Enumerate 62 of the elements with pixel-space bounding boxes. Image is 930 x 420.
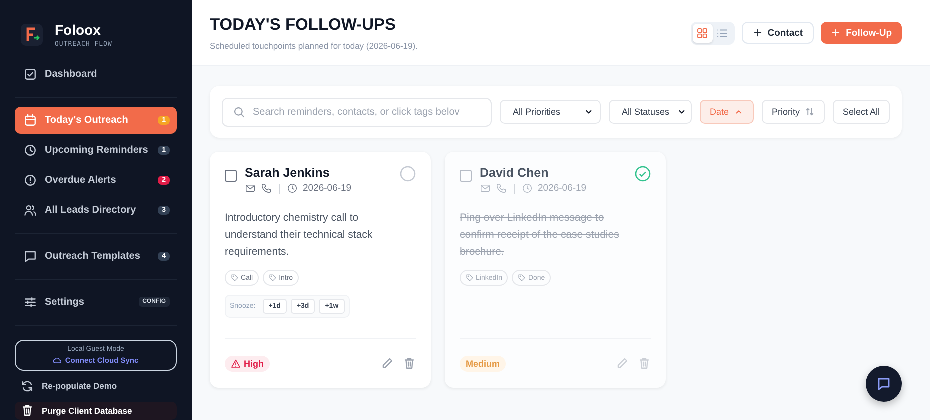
sidebar-action[interactable]: Purge Client Database	[15, 402, 177, 420]
tag-icon	[269, 274, 278, 282]
page-subtitle: Scheduled touchpoints planned for today (2026-06-19).	[210, 41, 419, 51]
plus-icon	[831, 28, 842, 38]
due-date: 2026-06-19	[303, 183, 352, 194]
grid-icon	[696, 27, 710, 40]
mail-icon	[245, 183, 256, 194]
select-all-button[interactable]: Select All	[832, 100, 890, 124]
refresh-icon	[21, 380, 34, 393]
edit-button[interactable]	[381, 357, 394, 370]
filter-dropdown[interactable]: All Priorities	[500, 100, 601, 124]
list-icon	[716, 27, 730, 40]
contact-name: David Chen	[480, 166, 550, 180]
checkbox[interactable]	[225, 170, 237, 182]
sliders-icon	[24, 296, 37, 309]
grid-view-button[interactable]	[692, 24, 713, 43]
follow-up-note: Ping over LinkedIn message to confirm receipt of the case studies brochure.	[460, 211, 620, 260]
checkbox[interactable]	[460, 170, 472, 182]
due-date: 2026-06-19	[538, 183, 587, 194]
clock-icon	[522, 183, 533, 194]
cloud-icon	[53, 356, 62, 365]
warning-icon	[231, 358, 241, 368]
status-circle-icon[interactable]	[400, 166, 416, 182]
calendar-icon	[24, 114, 37, 127]
message-icon	[24, 250, 37, 263]
tag-icon	[518, 274, 526, 282]
pencil-icon	[381, 357, 394, 370]
tag-icon	[466, 274, 474, 282]
pencil-icon	[616, 357, 629, 370]
plus-icon	[752, 28, 763, 38]
chat-icon	[876, 376, 892, 392]
trash-icon	[403, 357, 416, 370]
sort-icon	[804, 107, 815, 117]
filter-dropdown[interactable]: All Statuses	[608, 100, 692, 124]
phone-icon	[496, 183, 507, 194]
nav-item[interactable]: Dashboard	[15, 60, 177, 88]
users-icon	[24, 204, 37, 217]
clock-icon	[287, 183, 298, 194]
delete-button[interactable]	[403, 357, 416, 370]
contact-name: Sarah Jenkins	[245, 166, 331, 180]
checkbox-icon	[24, 68, 37, 81]
sidebar-action[interactable]: Re-populate Demo	[15, 377, 177, 396]
edit-button[interactable]	[616, 357, 629, 370]
sort-button[interactable]: Priority	[762, 100, 825, 124]
add-contact-button[interactable]: Contact	[742, 22, 814, 44]
trash-icon	[21, 404, 34, 418]
alert-icon	[24, 174, 37, 187]
priority-badge: High	[225, 356, 270, 372]
search-field[interactable]: Search reminders, contacts, or click tags belov	[222, 98, 492, 126]
follow-up-note: Introductory chemistry call to understand their technical stack requirements.	[225, 211, 374, 260]
delete-button[interactable]	[638, 357, 651, 370]
page-title: TODAY'S FOLLOW-UPS	[210, 16, 398, 35]
mail-icon	[480, 183, 491, 194]
completed-check-icon[interactable]	[635, 166, 651, 182]
brand-name: Foloox	[55, 22, 102, 38]
tag-icon	[231, 274, 239, 282]
clock-icon	[24, 144, 37, 157]
trash-icon	[638, 357, 651, 370]
search-icon	[233, 106, 246, 118]
chat-button[interactable]	[866, 366, 902, 402]
phone-icon	[261, 183, 272, 194]
priority-badge: Medium	[460, 356, 506, 372]
